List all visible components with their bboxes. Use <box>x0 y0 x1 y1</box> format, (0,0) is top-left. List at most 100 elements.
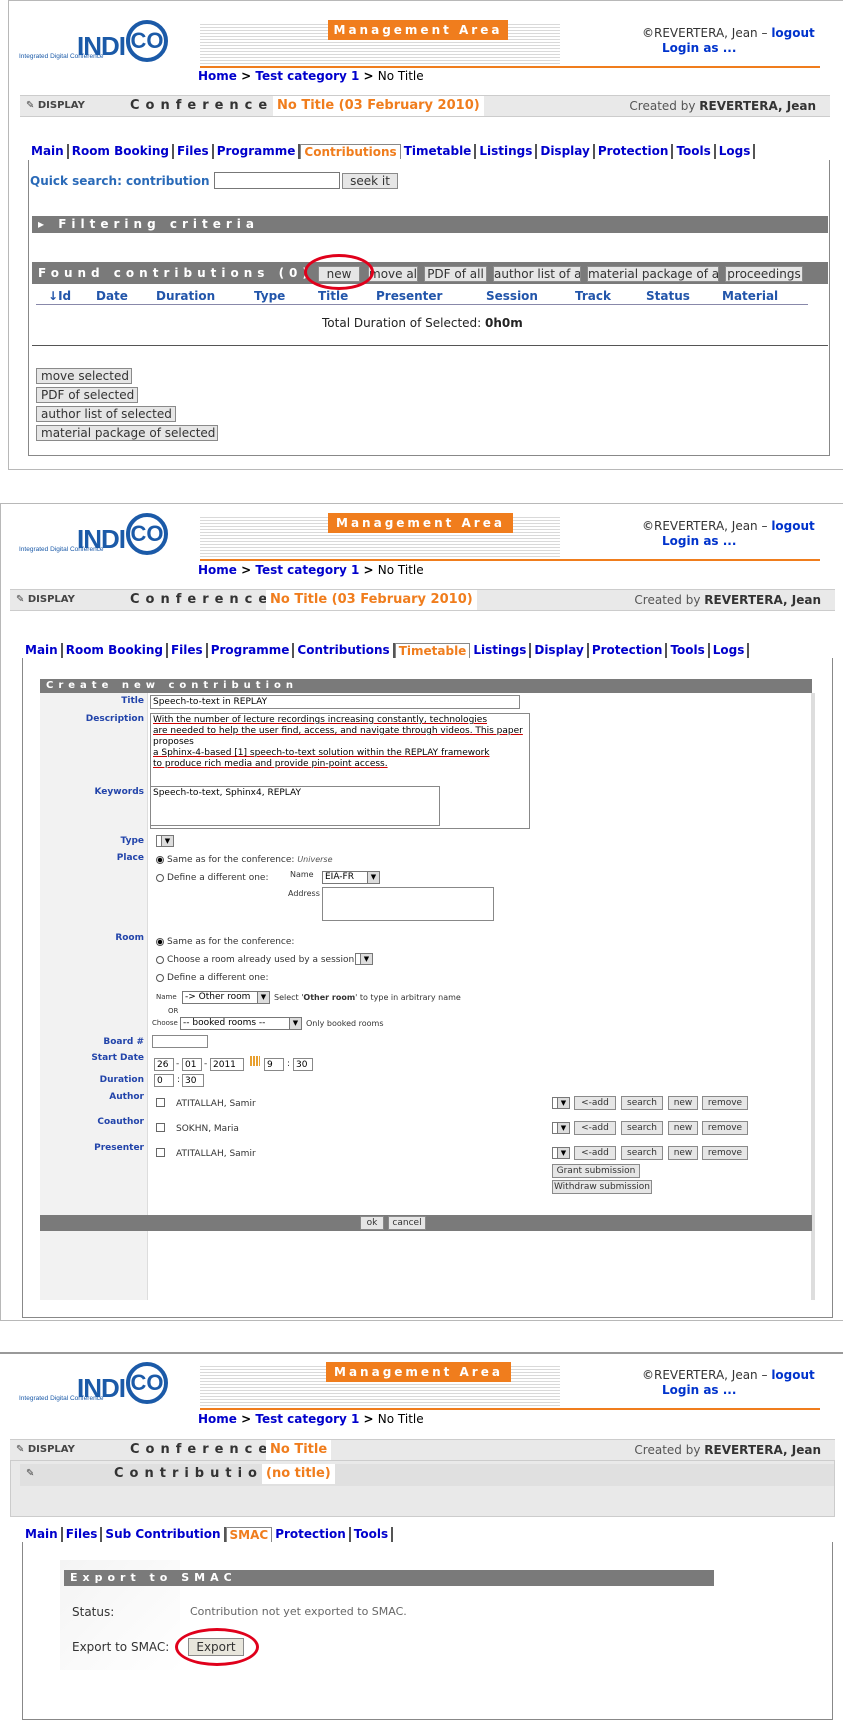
coauthor-remove-button[interactable]: remove <box>702 1121 748 1135</box>
start-day-input[interactable]: 26 <box>154 1058 174 1071</box>
coauthor-add-button[interactable]: <-add <box>574 1121 616 1135</box>
pdf-of-selected-button[interactable]: PDF of selected <box>36 387 138 403</box>
login-as-link[interactable]: Login as ... <box>662 41 736 55</box>
tab-tools[interactable]: Tools <box>667 643 710 658</box>
presenter-select[interactable]: ▼ <box>552 1147 570 1159</box>
contribution-edit-icon[interactable]: ✎ <box>26 1464 34 1484</box>
author-add-button[interactable]: <-add <box>574 1096 616 1110</box>
tab-smac[interactable]: SMAC <box>225 1527 273 1542</box>
tab-contributions[interactable]: Contributions <box>300 144 401 159</box>
logout-link[interactable]: logout <box>771 26 814 40</box>
col-type[interactable]: Type <box>254 289 285 303</box>
login-as-link[interactable]: Login as ... <box>662 1383 736 1397</box>
tab-files[interactable]: Files <box>168 643 208 658</box>
room-choose-select[interactable]: -- booked rooms -- ▼ <box>180 1017 302 1030</box>
room-session-option[interactable]: Choose a room already used by a session: <box>156 955 357 965</box>
tab-protection[interactable]: Protection <box>595 144 674 159</box>
place-define-option[interactable]: Define a different one: <box>156 873 268 883</box>
presenter-search-button[interactable]: search <box>621 1146 663 1160</box>
tab-timetable[interactable]: Timetable <box>401 144 477 159</box>
tab-main[interactable]: Main <box>22 1527 63 1542</box>
radio-icon[interactable] <box>156 955 164 964</box>
tab-programme[interactable]: Programme <box>214 144 301 159</box>
tab-files[interactable]: Files <box>63 1527 103 1542</box>
crumb-home[interactable]: Home <box>198 69 237 83</box>
start-year-input[interactable]: 2011 <box>210 1058 244 1071</box>
presenter-checkbox[interactable] <box>156 1148 165 1157</box>
tab-programme[interactable]: Programme <box>208 643 295 658</box>
presenter-add-button[interactable]: <-add <box>574 1146 616 1160</box>
author-new-button[interactable]: new <box>668 1096 698 1110</box>
logout-link[interactable]: logout <box>771 519 814 533</box>
title-input[interactable]: Speech-to-text in REPLAY <box>150 695 520 709</box>
proceedings-button[interactable]: proceedings <box>725 266 803 282</box>
tab-contributions[interactable]: Contributions <box>294 643 395 658</box>
duration-minutes-input[interactable]: 30 <box>182 1074 204 1087</box>
tab-main[interactable]: Main <box>28 144 69 159</box>
cancel-button[interactable]: cancel <box>388 1216 426 1230</box>
room-session-select[interactable]: ▼ <box>355 953 373 965</box>
radio-icon[interactable] <box>156 873 164 882</box>
keywords-textarea[interactable]: Speech-to-text, Sphinx4, REPLAY <box>150 786 440 826</box>
withdraw-submission-button[interactable]: Withdraw submission <box>552 1180 652 1194</box>
coauthor-search-button[interactable]: search <box>621 1121 663 1135</box>
col-presenter[interactable]: Presenter <box>376 289 442 303</box>
type-select[interactable]: ▼ <box>156 835 174 847</box>
ok-button[interactable]: ok <box>360 1216 384 1230</box>
tab-protection[interactable]: Protection <box>272 1527 351 1542</box>
tab-sub-contribution[interactable]: Sub Contribution <box>102 1527 226 1542</box>
place-name-select[interactable]: EIA-FR ▼ <box>322 871 380 884</box>
tab-display[interactable]: Display <box>531 643 589 658</box>
material-package-of-selected-button[interactable]: material package of selected <box>36 425 218 441</box>
crumb-home[interactable]: Home <box>198 1412 237 1426</box>
radio-icon[interactable] <box>156 973 164 982</box>
tab-logs[interactable]: Logs <box>710 643 750 658</box>
grant-submission-button[interactable]: Grant submission <box>552 1164 640 1178</box>
crumb-category[interactable]: Test category 1 <box>255 1412 359 1426</box>
author-remove-button[interactable]: remove <box>702 1096 748 1110</box>
login-as-link[interactable]: Login as ... <box>662 534 736 548</box>
col-duration[interactable]: Duration <box>156 289 215 303</box>
author-select[interactable]: ▼ <box>552 1097 570 1109</box>
col-date[interactable]: Date <box>96 289 128 303</box>
presenter-new-button[interactable]: new <box>668 1146 698 1160</box>
tab-listings[interactable]: Listings <box>476 144 538 159</box>
author-list-of-selected-button[interactable]: author list of selected <box>36 406 176 422</box>
display-link[interactable]: ✎ DISPLAY <box>16 590 75 610</box>
crumb-home[interactable]: Home <box>198 563 237 577</box>
room-name-select[interactable]: -> Other room ▼ <box>182 991 270 1004</box>
room-same-option[interactable]: Same as for the conference: <box>156 937 294 947</box>
start-hour-input[interactable]: 9 <box>264 1058 284 1071</box>
col-title[interactable]: Title <box>318 289 348 303</box>
tab-timetable[interactable]: Timetable <box>394 643 471 658</box>
logout-link[interactable]: logout <box>771 1368 814 1382</box>
seek-it-button[interactable]: seek it <box>342 173 398 189</box>
col-session[interactable]: Session <box>486 289 538 303</box>
col-track[interactable]: Track <box>575 289 611 303</box>
tab-logs[interactable]: Logs <box>716 144 756 159</box>
tab-room-booking[interactable]: Room Booking <box>69 144 174 159</box>
duration-hours-input[interactable]: 0 <box>154 1074 174 1087</box>
tab-tools[interactable]: Tools <box>351 1527 394 1542</box>
radio-icon[interactable] <box>156 855 164 864</box>
radio-icon[interactable] <box>156 937 164 946</box>
tab-display[interactable]: Display <box>537 144 595 159</box>
tab-protection[interactable]: Protection <box>589 643 668 658</box>
place-same-option[interactable]: Same as for the conference: Universe <box>156 855 333 865</box>
pdf-of-all-button[interactable]: PDF of all <box>424 266 487 282</box>
form-scrollbar[interactable] <box>811 693 815 1300</box>
tab-tools[interactable]: Tools <box>673 144 716 159</box>
start-month-input[interactable]: 01 <box>182 1058 202 1071</box>
col-status[interactable]: Status <box>646 289 690 303</box>
crumb-category[interactable]: Test category 1 <box>255 69 359 83</box>
coauthor-new-button[interactable]: new <box>668 1121 698 1135</box>
move-selected-button[interactable]: move selected <box>36 368 132 384</box>
place-address-textarea[interactable] <box>322 887 494 921</box>
tab-files[interactable]: Files <box>174 144 214 159</box>
col-id[interactable]: ↓Id <box>48 289 71 303</box>
board-input[interactable] <box>152 1035 208 1048</box>
calendar-icon[interactable] <box>250 1056 260 1066</box>
col-material[interactable]: Material <box>722 289 778 303</box>
tab-listings[interactable]: Listings <box>470 643 532 658</box>
tab-room-booking[interactable]: Room Booking <box>63 643 168 658</box>
